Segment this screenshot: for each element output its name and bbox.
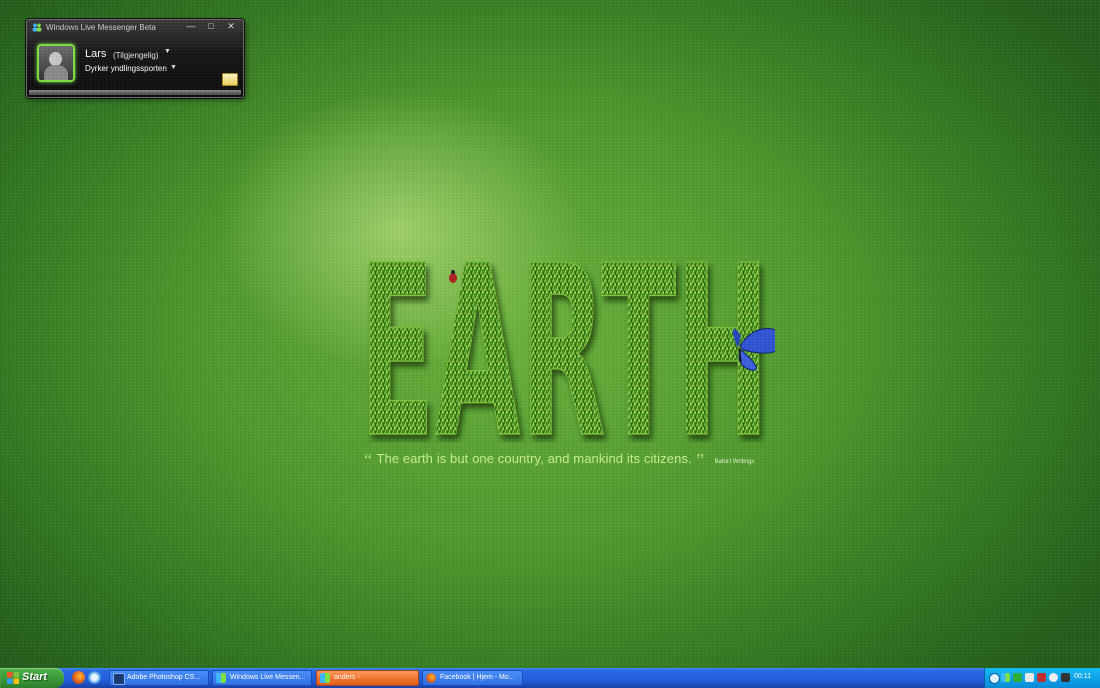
network-icon[interactable]: [1013, 673, 1022, 682]
earth-word-graphic: EARTH: [358, 214, 784, 491]
quote-text: The earth is but one country, and mankin…: [376, 451, 692, 466]
task-anders-chat[interactable]: anders -: [316, 670, 419, 686]
messenger-icon: [216, 673, 226, 683]
quote-open-mark: “: [364, 450, 372, 470]
status-label[interactable]: (Tilgjengelig): [113, 51, 159, 60]
security-icon[interactable]: [1037, 673, 1046, 682]
maximize-button[interactable]: □: [204, 21, 218, 31]
minimize-button[interactable]: —: [184, 21, 198, 31]
start-label: Start: [22, 671, 48, 683]
task-label: Adobe Photoshop CS...: [127, 674, 201, 681]
messenger-people-icon: [32, 23, 42, 32]
update-icon[interactable]: [1049, 673, 1058, 682]
messenger-bottom-bar: [29, 90, 241, 95]
display-icon[interactable]: [1061, 673, 1070, 682]
mail-icon[interactable]: [222, 73, 238, 86]
firefox-icon[interactable]: [72, 671, 85, 684]
task-label: Windows Live Messen...: [230, 674, 306, 681]
volume-icon[interactable]: [1025, 673, 1034, 682]
messenger-chat-icon: [320, 673, 330, 683]
task-label: anders -: [334, 674, 360, 681]
avatar-head: [49, 52, 62, 66]
quote-attribution: Baha'i Writings: [714, 459, 755, 465]
user-name[interactable]: Lars: [85, 48, 106, 60]
personal-message-chevron-down-icon[interactable]: ▼: [170, 64, 177, 71]
system-tray: 00:11: [984, 668, 1100, 688]
task-facebook-firefox[interactable]: Facebook | Hjem - Mo...: [422, 670, 523, 686]
avatar-body: [44, 65, 68, 80]
firefox-icon: [426, 673, 436, 683]
earth-grass-text: EARTH: [355, 214, 784, 491]
close-button[interactable]: ✕: [224, 21, 238, 31]
status-dropdown-chevron-down-icon[interactable]: ▼: [164, 48, 171, 55]
quote-close-mark: ”: [696, 450, 705, 470]
messenger-tray-icon[interactable]: [1001, 673, 1010, 682]
task-photoshop[interactable]: Adobe Photoshop CS...: [109, 670, 209, 686]
personal-message[interactable]: Dyrker yndlingssporten: [85, 64, 167, 73]
internet-explorer-icon[interactable]: [88, 671, 101, 684]
taskbar: Start Adobe Photoshop CS... Windows Live…: [0, 668, 1100, 688]
desktop-wallpaper: Windows Live Messenger Beta — □ ✕ Lars (…: [0, 0, 1100, 668]
earth-word: EARTH: [359, 238, 769, 443]
messenger-window[interactable]: Windows Live Messenger Beta — □ ✕ Lars (…: [26, 19, 244, 98]
clock[interactable]: 00:11: [1074, 673, 1091, 680]
windows-logo-icon: [7, 672, 19, 684]
photoshop-icon: [113, 673, 125, 685]
avatar[interactable]: [37, 44, 75, 82]
quote-row: “ The earth is but one country, and mank…: [364, 450, 754, 471]
messenger-titlebar[interactable]: Windows Live Messenger Beta — □ ✕: [27, 20, 243, 35]
messenger-title: Windows Live Messenger Beta: [46, 23, 156, 32]
task-messenger[interactable]: Windows Live Messen...: [212, 670, 312, 686]
earth-letters: EARTH: [358, 214, 769, 490]
show-hidden-icons-chevron-icon[interactable]: [989, 673, 1000, 684]
start-button[interactable]: Start: [0, 668, 64, 688]
task-label: Facebook | Hjem - Mo...: [440, 674, 515, 681]
